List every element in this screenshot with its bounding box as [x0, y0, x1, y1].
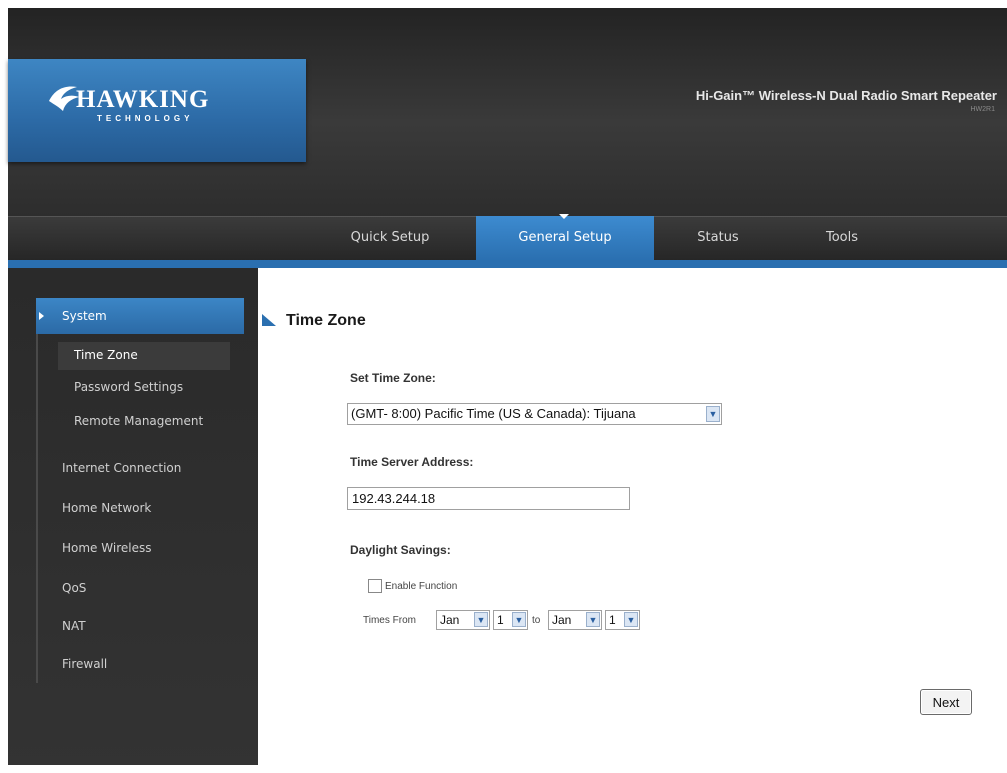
time-zone-label: Set Time Zone:: [350, 371, 436, 385]
times-from-label: Times From: [363, 615, 416, 626]
time-server-label: Time Server Address:: [350, 455, 474, 469]
enable-function-label: Enable Function: [385, 581, 458, 592]
chevron-down-icon: ▼: [586, 612, 600, 627]
page-title: Time Zone: [286, 312, 366, 329]
sidebar-rule: [36, 298, 38, 683]
sidebar-item-internet-connection[interactable]: Internet Connection: [62, 461, 181, 475]
sidebar-item-qos[interactable]: QoS: [62, 581, 86, 595]
to-month-value: Jan: [552, 613, 572, 627]
sidebar-item-password-settings[interactable]: Password Settings: [74, 380, 183, 394]
from-month-select[interactable]: Jan ▼: [436, 610, 490, 630]
sidebar-item-time-zone-label[interactable]: Time Zone: [74, 348, 138, 362]
tab-general-setup[interactable]: General Setup: [476, 216, 654, 261]
product-title: Hi-Gain™ Wireless-N Dual Radio Smart Rep…: [695, 88, 997, 103]
sidebar-item-system-label[interactable]: System: [62, 309, 107, 323]
chevron-down-icon: ▼: [706, 406, 720, 422]
chevron-down-icon: ▼: [512, 612, 526, 627]
product-model: HW2R1: [970, 106, 995, 113]
next-button[interactable]: Next: [920, 689, 972, 715]
caret-down-icon: [559, 214, 569, 219]
to-label: to: [532, 615, 541, 626]
time-server-input[interactable]: [347, 487, 630, 510]
frame-bottom: [0, 765, 1007, 773]
time-zone-select[interactable]: (GMT- 8:00) Pacific Time (US & Canada): …: [347, 403, 722, 425]
tab-tools[interactable]: Tools: [786, 216, 898, 261]
chevron-down-icon: ▼: [624, 612, 638, 627]
to-day-value: 1: [609, 613, 616, 627]
to-day-select[interactable]: 1 ▼: [605, 610, 640, 630]
logo-name: HAWKING: [76, 86, 210, 113]
chevron-down-icon: ▼: [474, 612, 488, 627]
logo-tagline: TECHNOLOGY: [97, 114, 194, 123]
router-admin-page: HAWKING TECHNOLOGY Hi-Gain™ Wireless-N D…: [0, 0, 1007, 773]
frame-left: [0, 0, 8, 773]
sidebar-item-home-network[interactable]: Home Network: [62, 501, 151, 515]
enable-function-checkbox[interactable]: [368, 579, 382, 593]
from-day-select[interactable]: 1 ▼: [493, 610, 528, 630]
triangle-right-icon: [39, 312, 44, 320]
triangle-corner-icon: [262, 314, 276, 326]
time-zone-value: (GMT- 8:00) Pacific Time (US & Canada): …: [351, 406, 636, 421]
tab-status[interactable]: Status: [664, 216, 772, 261]
main-content: [258, 268, 1007, 773]
sidebar-item-home-wireless[interactable]: Home Wireless: [62, 541, 151, 555]
frame-top: [0, 0, 1007, 8]
sidebar-item-firewall[interactable]: Firewall: [62, 657, 107, 671]
from-day-value: 1: [497, 613, 504, 627]
to-month-select[interactable]: Jan ▼: [548, 610, 602, 630]
sidebar-item-remote-management[interactable]: Remote Management: [74, 414, 203, 428]
tab-quick-setup[interactable]: Quick Setup: [322, 216, 458, 261]
nav-underline: [8, 260, 1007, 268]
sidebar-item-nat[interactable]: NAT: [62, 619, 86, 633]
from-month-value: Jan: [440, 613, 460, 627]
daylight-savings-label: Daylight Savings:: [350, 543, 451, 557]
